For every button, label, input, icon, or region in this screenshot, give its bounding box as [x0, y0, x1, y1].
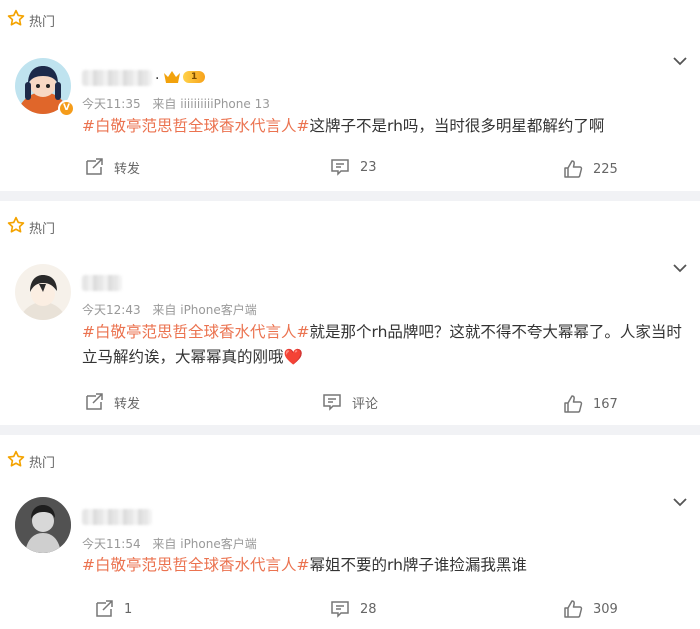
chevron-down-icon[interactable]	[672, 53, 688, 69]
comment-icon	[323, 394, 341, 411]
comment-body: 幂姐不要的rh牌子谁捡漏我黑谁	[309, 556, 527, 574]
crown-icon	[164, 71, 180, 83]
repost-button[interactable]: 1	[94, 599, 132, 619]
username-blurred[interactable]	[82, 275, 122, 291]
like-button[interactable]: 309	[563, 599, 618, 619]
divider	[0, 425, 700, 435]
hot-tag: 热门	[7, 450, 55, 472]
hot-label: 热门	[29, 221, 56, 237]
comment-card-3: 热门 今天11:54 来自 iPhone客户端 #白敬亭范思哲全球香水代言人#幂…	[0, 435, 700, 629]
like-icon	[564, 160, 583, 178]
comment-card-1: 热门 V . 1 今天11:35 来自 iiiiiiiiiiPhone 13 #…	[0, 0, 700, 189]
hot-tag: 热门	[7, 9, 55, 31]
like-icon	[564, 600, 583, 618]
comment-text: #白敬亭范思哲全球香水代言人#这牌子不是rh吗，当时很多明星都解约了啊	[82, 114, 682, 139]
repost-icon	[86, 158, 103, 175]
repost-icon	[96, 600, 113, 617]
heart-emoji: ❤️	[283, 348, 303, 366]
like-count: 225	[593, 161, 618, 177]
hot-label: 热门	[29, 455, 56, 471]
avatar[interactable]	[15, 264, 71, 320]
like-button[interactable]: 167	[563, 394, 618, 414]
comment-card-2: 热门 今天12:43 来自 iPhone客户端 #白敬亭范思哲全球香水代言人#就…	[0, 201, 700, 423]
comment-meta: 今天12:43 来自 iPhone客户端	[82, 301, 257, 318]
topic-link[interactable]: #白敬亭范思哲全球香水代言人#	[82, 323, 309, 341]
like-button[interactable]: 225	[563, 159, 618, 179]
divider	[0, 191, 700, 201]
repost-count: 1	[124, 601, 133, 617]
comment-text: #白敬亭范思哲全球香水代言人#就是那个rh品牌吧？这就不得不夸大幂幂了。人家当时…	[82, 320, 682, 370]
repost-icon	[86, 393, 103, 410]
comment-label: 评论	[352, 396, 379, 412]
comment-text: #白敬亭范思哲全球香水代言人#幂姐不要的rh牌子谁捡漏我黑谁	[82, 553, 682, 578]
hot-star-icon	[7, 216, 29, 238]
comment-button[interactable]: 23	[330, 157, 377, 177]
hot-star-icon	[7, 450, 29, 472]
comment-button[interactable]: 28	[330, 599, 377, 619]
topic-link[interactable]: #白敬亭范思哲全球香水代言人#	[82, 556, 309, 574]
member-badge[interactable]: 1	[163, 70, 206, 84]
verified-badge-icon: V	[58, 100, 75, 117]
comment-meta: 今天11:35 来自 iiiiiiiiiiPhone 13	[82, 95, 270, 112]
avatar[interactable]	[15, 497, 71, 553]
hot-tag: 热门	[7, 216, 55, 238]
comment-source: 来自 iPhone客户端	[152, 303, 257, 317]
name-suffix: .	[155, 67, 160, 83]
level-badge: 1	[183, 71, 206, 83]
like-count: 167	[593, 396, 618, 412]
topic-link[interactable]: #白敬亭范思哲全球香水代言人#	[82, 117, 309, 135]
repost-label: 转发	[114, 161, 141, 177]
repost-button[interactable]: 转发	[84, 392, 140, 412]
comment-source: 来自 iiiiiiiiiiPhone 13	[152, 97, 270, 111]
comment-time: 今天11:54	[82, 537, 141, 551]
comment-count: 23	[360, 159, 377, 175]
like-count: 309	[593, 601, 618, 617]
comment-icon	[331, 159, 349, 176]
username-blurred[interactable]	[82, 70, 152, 86]
chevron-down-icon[interactable]	[672, 494, 688, 510]
username-blurred[interactable]	[82, 509, 152, 525]
chevron-down-icon[interactable]	[672, 260, 688, 276]
repost-label: 转发	[114, 396, 141, 412]
comment-time: 今天11:35	[82, 97, 141, 111]
comment-button[interactable]: 评论	[322, 392, 378, 412]
hot-label: 热门	[29, 14, 56, 30]
comment-source: 来自 iPhone客户端	[152, 537, 257, 551]
comment-icon	[331, 601, 349, 618]
comment-meta: 今天11:54 来自 iPhone客户端	[82, 535, 257, 552]
repost-button[interactable]: 转发	[84, 157, 140, 177]
comment-body: 这牌子不是rh吗，当时很多明星都解约了啊	[309, 117, 605, 135]
comment-time: 今天12:43	[82, 303, 141, 317]
like-icon	[564, 395, 583, 413]
hot-star-icon	[7, 9, 29, 31]
comment-count: 28	[360, 601, 377, 617]
